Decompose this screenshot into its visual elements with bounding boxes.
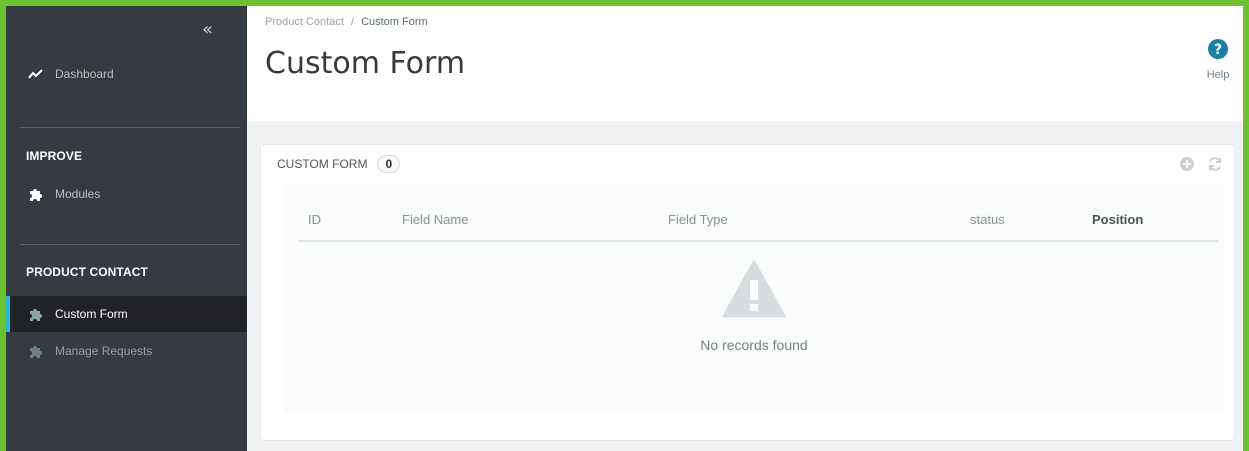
help-button[interactable]: ? Help bbox=[1201, 38, 1235, 81]
empty-state: No records found bbox=[284, 260, 1224, 353]
refresh-icon bbox=[1209, 157, 1221, 171]
warning-icon bbox=[722, 260, 786, 322]
page-header: Product Contact / Custom Form Custom For… bbox=[247, 6, 1243, 121]
records-table: ID Field Name Field Type status Position… bbox=[284, 185, 1224, 413]
column-header-status[interactable]: status bbox=[970, 212, 1005, 227]
panel-heading: CUSTOM FORM 0 bbox=[277, 155, 401, 173]
sidebar-item-label: Modules bbox=[55, 187, 101, 201]
help-icon: ? bbox=[1207, 39, 1229, 64]
panel-title: CUSTOM FORM bbox=[277, 157, 368, 171]
breadcrumb: Product Contact / Custom Form bbox=[265, 16, 428, 28]
column-header-field-type[interactable]: Field Type bbox=[668, 212, 728, 227]
sidebar-item-label: Dashboard bbox=[55, 67, 114, 81]
sidebar-item-dashboard[interactable]: Dashboard bbox=[6, 56, 247, 92]
sidebar-item-manage-requests[interactable]: Manage Requests bbox=[6, 333, 247, 369]
panel-actions bbox=[1178, 155, 1224, 173]
trending-up-icon bbox=[28, 66, 44, 82]
refresh-button[interactable] bbox=[1206, 155, 1224, 173]
sidebar-item-modules[interactable]: Modules bbox=[6, 176, 247, 212]
sidebar-item-custom-form[interactable]: Custom Form bbox=[6, 296, 247, 332]
puzzle-icon bbox=[28, 343, 44, 359]
breadcrumb-current: Custom Form bbox=[361, 16, 428, 28]
sidebar-section-improve: IMPROVE bbox=[26, 149, 83, 163]
sidebar-divider bbox=[20, 244, 240, 245]
breadcrumb-separator: / bbox=[350, 16, 354, 28]
table-header: ID Field Name Field Type status Position bbox=[298, 200, 1218, 242]
sidebar-item-label: Custom Form bbox=[55, 307, 128, 321]
sidebar-divider bbox=[20, 127, 240, 128]
help-label: Help bbox=[1206, 69, 1230, 81]
record-count-badge: 0 bbox=[377, 155, 401, 173]
puzzle-icon bbox=[28, 306, 44, 322]
custom-form-panel: CUSTOM FORM 0 ID Field Name Field Type s… bbox=[260, 144, 1235, 441]
add-new-button[interactable] bbox=[1178, 155, 1196, 173]
column-header-position[interactable]: Position bbox=[1092, 212, 1143, 227]
svg-text:?: ? bbox=[1214, 42, 1222, 58]
add-circle-icon bbox=[1180, 157, 1194, 171]
sidebar: « Dashboard IMPROVE Modules PRODUCT CONT… bbox=[6, 6, 247, 451]
column-header-field-name[interactable]: Field Name bbox=[402, 212, 468, 227]
puzzle-icon bbox=[28, 186, 44, 202]
sidebar-item-label: Manage Requests bbox=[55, 344, 153, 358]
app-window: « Dashboard IMPROVE Modules PRODUCT CONT… bbox=[0, 0, 1249, 451]
page-title: Custom Form bbox=[265, 46, 466, 81]
sidebar-section-product-contact: PRODUCT CONTACT bbox=[26, 265, 148, 279]
breadcrumb-parent-link[interactable]: Product Contact bbox=[265, 16, 344, 28]
empty-state-text: No records found bbox=[700, 337, 808, 353]
collapse-sidebar-button[interactable]: « bbox=[202, 19, 213, 40]
column-header-id[interactable]: ID bbox=[308, 212, 321, 227]
